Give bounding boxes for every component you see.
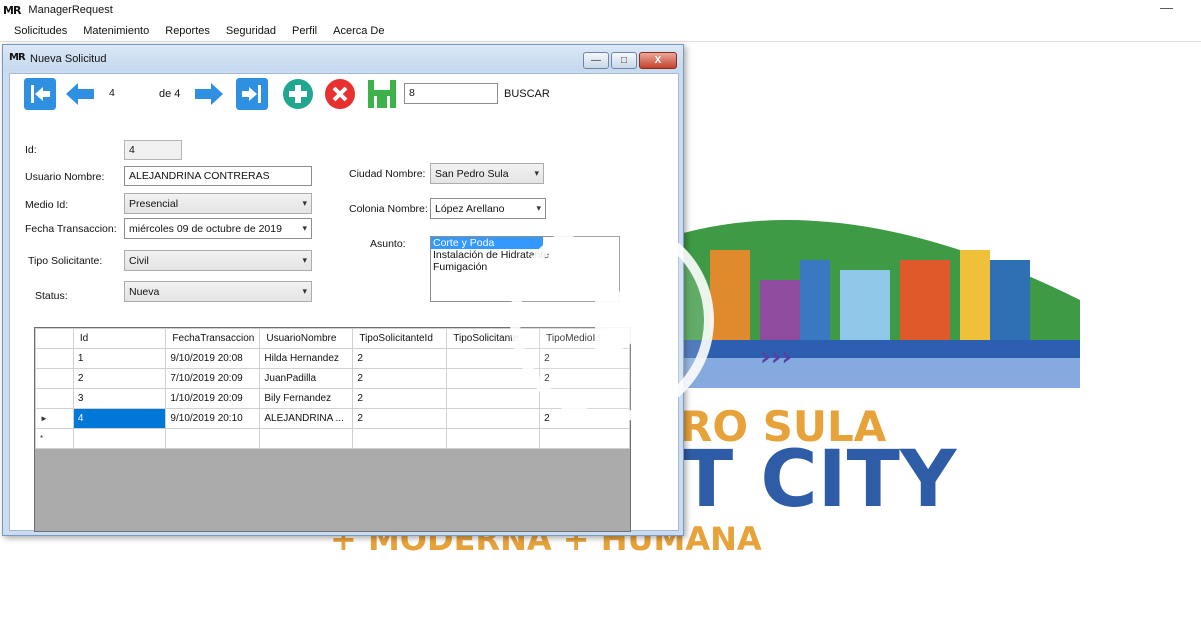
grid-cell[interactable] — [352, 428, 448, 449]
grid-cell-selected[interactable]: 4 — [72, 408, 167, 429]
menu-seguridad[interactable]: Seguridad — [218, 25, 284, 37]
previous-record-icon[interactable] — [64, 78, 96, 110]
ciudad-nombre-value: San Pedro Sula — [435, 168, 509, 180]
delete-icon[interactable] — [324, 78, 356, 110]
grid-cell[interactable]: 9/10/2019 20:10 — [165, 408, 261, 429]
colonia-nombre-select[interactable]: López Arellano ▾ — [430, 198, 546, 219]
colonia-nombre-label: Colonia Nombre: — [349, 203, 428, 215]
app-titlebar: MR ManagerRequest — — [0, 0, 1201, 20]
chevron-down-icon: ▾ — [302, 223, 307, 233]
city-text-line2: T CITY — [680, 435, 957, 525]
usuario-nombre-label: Usuario Nombre: — [25, 171, 105, 183]
window-title: Nueva Solicitud — [30, 53, 107, 65]
grid-cell[interactable]: 1/10/2019 20:09 — [165, 388, 261, 409]
grid-cell[interactable] — [539, 428, 630, 449]
grid-cell[interactable]: 7/10/2019 20:09 — [165, 368, 261, 389]
fecha-transaccion-picker[interactable]: miércoles 09 de octubre de 2019 ▾ — [124, 218, 312, 239]
row-header[interactable] — [35, 368, 74, 389]
menu-separator — [0, 41, 1201, 42]
add-icon[interactable] — [282, 78, 314, 110]
status-value: Nueva — [129, 286, 160, 298]
app-logo: MR — [3, 3, 21, 17]
status-select[interactable]: Nueva ▾ — [124, 281, 312, 302]
medio-id-value: Presencial — [129, 198, 179, 210]
grid-cell[interactable] — [446, 408, 541, 429]
menu-matenimiento[interactable]: Matenimiento — [75, 25, 157, 37]
window-titlebar: MR Nueva Solicitud — □ X — [3, 45, 683, 71]
status-label: Status: — [35, 290, 68, 302]
menu-acerca-de[interactable]: Acerca De — [325, 25, 392, 37]
play-icon — [595, 276, 667, 366]
save-icon[interactable] — [366, 78, 398, 110]
chevron-down-icon: ▾ — [302, 255, 307, 265]
table-row-selected[interactable]: ► 4 9/10/2019 20:10 ALEJANDRINA ... 2 2 — [35, 408, 630, 429]
grid-cell[interactable]: 2 — [352, 368, 448, 389]
next-record-icon[interactable] — [193, 78, 225, 110]
menu-reportes[interactable]: Reportes — [157, 25, 218, 37]
grid-cell[interactable]: 3 — [72, 388, 167, 409]
medio-id-select[interactable]: Presencial ▾ — [124, 193, 312, 214]
new-row-marker[interactable]: * — [35, 428, 74, 449]
fecha-transaccion-value: miércoles 09 de octubre de 2019 — [129, 223, 282, 235]
grid-cell[interactable]: 2 — [352, 408, 448, 429]
menu-perfil[interactable]: Perfil — [284, 25, 325, 37]
grid-cell[interactable]: JuanPadilla — [259, 368, 354, 389]
grid-cell[interactable] — [259, 428, 354, 449]
window-minimize-button[interactable]: — — [583, 52, 609, 69]
medio-id-label: Medio Id: — [25, 199, 69, 211]
grid-cell[interactable]: 2 — [352, 388, 448, 409]
grid-cell[interactable] — [446, 388, 541, 409]
current-row-marker[interactable]: ► — [35, 408, 74, 429]
column-header-fecha[interactable]: FechaTransaccion — [165, 328, 261, 349]
column-header-usuario[interactable]: UsuarioNombre — [259, 328, 354, 349]
first-record-icon[interactable] — [24, 78, 56, 110]
grid-cell[interactable]: 9/10/2019 20:08 — [165, 348, 261, 369]
id-field[interactable]: 4 — [124, 140, 182, 160]
last-record-icon[interactable] — [236, 78, 268, 110]
grid-cell[interactable]: Bily Fernandez — [259, 388, 354, 409]
usuario-nombre-field[interactable]: ALEJANDRINA CONTRERAS — [124, 166, 312, 186]
grid-cell[interactable] — [446, 428, 541, 449]
row-header[interactable] — [35, 348, 74, 369]
tipo-solicitante-value: Civil — [129, 255, 149, 267]
app-minimize-button[interactable]: — — [1160, 0, 1173, 15]
arrows-decoration: ››› — [760, 342, 792, 372]
table-row-new[interactable]: * — [35, 428, 630, 449]
grid-cell[interactable] — [72, 428, 167, 449]
column-header-tipo-solicitante-id[interactable]: TipoSolicitanteId — [352, 328, 448, 349]
buscar-button[interactable]: BUSCAR — [504, 88, 550, 100]
record-number-input[interactable]: 4 — [105, 84, 165, 104]
row-header[interactable] — [35, 388, 74, 409]
grid-cell[interactable]: 2 — [352, 348, 448, 369]
grid-cell[interactable] — [165, 428, 261, 449]
colonia-nombre-value: López Arellano — [435, 203, 505, 215]
chevron-down-icon: ▾ — [534, 168, 539, 178]
window-close-button[interactable]: X — [639, 52, 677, 69]
asunto-item[interactable]: Corte y Poda — [431, 237, 543, 249]
id-label: Id: — [25, 144, 37, 156]
chevron-down-icon: ▾ — [302, 198, 307, 208]
tipo-solicitante-label: Tipo Solicitante: — [28, 255, 103, 267]
grid-cell[interactable]: 2 — [72, 368, 167, 389]
app-title: ManagerRequest — [28, 4, 113, 16]
video-play-button[interactable] — [510, 218, 714, 422]
grid-cell[interactable]: ALEJANDRINA ... — [259, 408, 354, 429]
search-input[interactable]: 8 — [404, 83, 498, 104]
ciudad-nombre-label: Ciudad Nombre: — [349, 168, 426, 180]
record-count-label: de 4 — [159, 88, 181, 100]
grid-corner-header — [35, 328, 74, 349]
window-logo-icon: MR — [9, 52, 26, 63]
fecha-transaccion-label: Fecha Transaccion: — [25, 223, 117, 235]
chevron-down-icon: ▾ — [536, 203, 541, 213]
menu-bar: Solicitudes Matenimiento Reportes Seguri… — [0, 20, 1201, 41]
grid-cell[interactable]: 1 — [72, 348, 167, 369]
asunto-label: Asunto: — [370, 238, 406, 250]
column-header-id[interactable]: Id — [72, 328, 167, 349]
window-maximize-button[interactable]: □ — [611, 52, 637, 69]
ciudad-nombre-select[interactable]: San Pedro Sula ▾ — [430, 163, 544, 184]
chevron-down-icon: ▾ — [302, 286, 307, 296]
tipo-solicitante-select[interactable]: Civil ▾ — [124, 250, 312, 271]
grid-cell[interactable]: Hilda Hernandez — [259, 348, 354, 369]
menu-solicitudes[interactable]: Solicitudes — [6, 25, 75, 37]
